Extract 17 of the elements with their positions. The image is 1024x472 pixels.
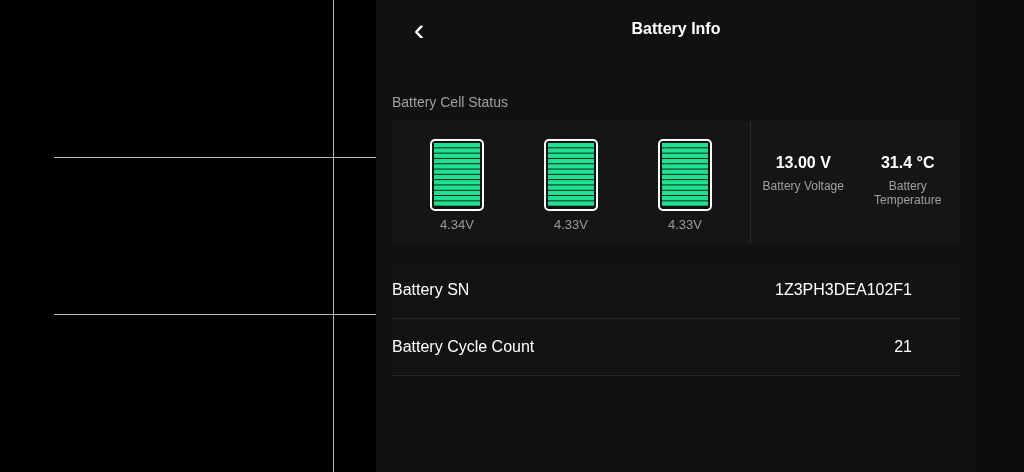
cell-voltage: 4.33V — [554, 215, 588, 234]
row-label: Battery SN — [392, 280, 470, 300]
battery-cell-icon — [430, 138, 484, 211]
battery-cell-icon — [544, 138, 598, 211]
row-label: Battery Cycle Count — [392, 337, 535, 357]
row-value: 1Z3PH3DEA102F1 — [775, 280, 912, 300]
row-value: 21 — [894, 337, 912, 357]
cell-voltage: 4.34V — [440, 215, 474, 234]
stat-label: Battery Voltage — [762, 178, 844, 193]
battery-cell-icon — [658, 138, 712, 211]
stat-value: 31.4 °C — [880, 152, 935, 173]
section-title: Battery Cell Status — [392, 93, 508, 112]
cell-voltage: 4.33V — [668, 215, 702, 234]
page-title: Battery Info — [631, 19, 721, 39]
stat-label: Battery Temperature — [873, 178, 943, 207]
stat-value: 13.00 V — [775, 152, 831, 173]
back-button[interactable]: ‹ — [404, 14, 434, 44]
